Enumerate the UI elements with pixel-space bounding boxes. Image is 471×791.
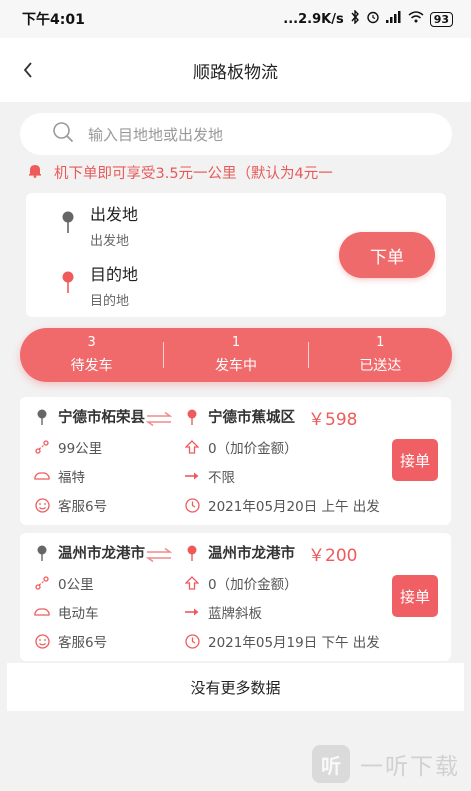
signal-icon <box>385 11 402 27</box>
extra-fee-text: 0（加价金额） <box>208 441 298 457</box>
order-from: 温州市龙港市 <box>34 542 145 563</box>
tab-label: 待发车 <box>70 358 113 374</box>
order-vehicle: 电动车 <box>34 602 99 622</box>
service-text: 客服6号 <box>58 499 108 515</box>
route-card: 出发地 出发地 目的地 目的地 下单 <box>26 193 446 317</box>
plate-text: 蓝牌斜板 <box>208 606 262 622</box>
tab-count: 1 <box>231 335 241 350</box>
car-icon <box>34 607 50 617</box>
order-status-tabs: 3 待发车 1 发车中 1 已送达 <box>20 328 452 382</box>
accept-order-button[interactable]: 接单 <box>392 575 438 617</box>
order-extra-fee: 0（加价金额） <box>184 437 298 457</box>
smile-icon <box>34 497 50 513</box>
order-from: 宁德市柘荣县 <box>34 406 145 427</box>
back-arrow-icon <box>23 62 32 78</box>
vehicle-text: 福特 <box>58 470 85 486</box>
order-to: 温州市龙港市 <box>184 542 295 563</box>
order-to-city: 温州市龙港市 <box>208 546 295 562</box>
distance-text: 0公里 <box>58 577 94 593</box>
watermark-text: 一听下载 <box>360 754 460 780</box>
status-indicators: ...2.9K/s 93 <box>283 9 453 28</box>
tab-delivered[interactable]: 1 已送达 <box>309 328 452 382</box>
route-icon <box>34 440 50 454</box>
status-bar: 下午4:01 ...2.9K/s 93 <box>0 0 471 38</box>
order-service: 客服6号 <box>34 631 107 651</box>
order-time: 2021年05月20日 上午 出发 <box>184 495 380 515</box>
search-bar[interactable]: 输入目地地或出发地 <box>20 113 452 155</box>
arrow-right-icon <box>184 607 200 617</box>
order-extra-fee: 0（加价金额） <box>184 573 298 593</box>
battery-indicator: 93 <box>429 11 453 27</box>
tab-label: 已送达 <box>359 358 402 374</box>
order-to-city: 宁德市蕉城区 <box>208 410 295 426</box>
order-card[interactable]: 温州市龙港市 温州市龙港市 ￥200 0公里 0（加价金额） 电动车 蓝牌斜板 … <box>20 533 451 661</box>
network-speed: ...2.9K/s <box>283 11 344 27</box>
order-price: ￥200 <box>308 546 358 566</box>
origin-row[interactable]: 出发地 出发地 <box>62 205 138 249</box>
order-distance: 0公里 <box>34 573 94 593</box>
origin-pin-icon <box>34 409 50 425</box>
arrow-right-icon <box>184 471 200 481</box>
time-text: 2021年05月20日 上午 出发 <box>208 499 380 515</box>
order-time: 2021年05月19日 下午 出发 <box>184 631 380 651</box>
order-from-city: 宁德市柘荣县 <box>58 410 145 426</box>
origin-pin-icon <box>62 211 74 249</box>
promo-notice: 机下单即可享受3.5元一公里（默认为4元一 <box>28 160 448 184</box>
extra-fee-text: 0（加价金额） <box>208 577 298 593</box>
time-text: 2021年05月19日 下午 出发 <box>208 635 380 651</box>
watermark: 听 一听下载 <box>312 745 460 783</box>
route-icon <box>34 576 50 590</box>
bluetooth-icon <box>350 9 360 28</box>
destination-pin-icon <box>62 271 74 309</box>
upload-icon <box>184 576 200 590</box>
tab-count: 1 <box>376 335 385 350</box>
place-order-button[interactable]: 下单 <box>339 232 435 278</box>
origin-pin-icon <box>34 545 50 561</box>
swap-arrows-icon <box>145 411 173 430</box>
plate-text: 不限 <box>208 470 235 486</box>
search-input[interactable]: 输入目地地或出发地 <box>88 124 223 145</box>
tab-in-transit[interactable]: 1 发车中 <box>164 328 307 382</box>
tab-label: 发车中 <box>214 358 257 374</box>
no-more-data: 没有更多数据 <box>7 663 464 711</box>
back-button[interactable] <box>18 58 38 82</box>
alarm-icon <box>366 10 380 28</box>
order-distance: 99公里 <box>34 437 102 457</box>
order-to: 宁德市蕉城区 <box>184 406 295 427</box>
distance-text: 99公里 <box>58 441 103 457</box>
service-text: 客服6号 <box>58 635 108 651</box>
tab-count: 3 <box>87 335 96 350</box>
clock-icon <box>184 633 200 649</box>
order-plate: 蓝牌斜板 <box>184 602 262 622</box>
upload-icon <box>184 440 200 454</box>
vehicle-text: 电动车 <box>58 606 99 622</box>
status-time: 下午4:01 <box>22 12 85 28</box>
order-from-city: 温州市龙港市 <box>58 546 145 562</box>
destination-pin-icon <box>184 545 200 561</box>
destination-row[interactable]: 目的地 目的地 <box>62 265 138 309</box>
accept-order-button[interactable]: 接单 <box>392 439 438 481</box>
destination-value: 目的地 <box>90 294 130 309</box>
car-icon <box>34 471 50 481</box>
app-header: 顺路板物流 <box>0 38 471 102</box>
clock-icon <box>184 497 200 513</box>
watermark-logo: 听 <box>312 745 350 783</box>
order-plate: 不限 <box>184 466 235 486</box>
notice-text: 机下单即可享受3.5元一公里（默认为4元一 <box>54 165 333 182</box>
tab-pending[interactable]: 3 待发车 <box>20 328 163 382</box>
destination-label: 目的地 <box>90 265 139 284</box>
page-title: 顺路板物流 <box>193 62 278 83</box>
smile-icon <box>34 633 50 649</box>
swap-arrows-icon <box>145 547 173 566</box>
bell-icon <box>28 163 42 182</box>
wifi-icon <box>408 11 424 27</box>
origin-value: 出发地 <box>90 234 130 249</box>
destination-pin-icon <box>184 409 200 425</box>
order-service: 客服6号 <box>34 495 107 515</box>
order-card[interactable]: 宁德市柘荣县 宁德市蕉城区 ￥598 99公里 0（加价金额） 福特 不限 客服… <box>20 397 451 525</box>
order-price: ￥598 <box>308 410 358 430</box>
origin-label: 出发地 <box>90 205 139 224</box>
search-icon <box>52 121 74 147</box>
order-vehicle: 福特 <box>34 466 85 486</box>
